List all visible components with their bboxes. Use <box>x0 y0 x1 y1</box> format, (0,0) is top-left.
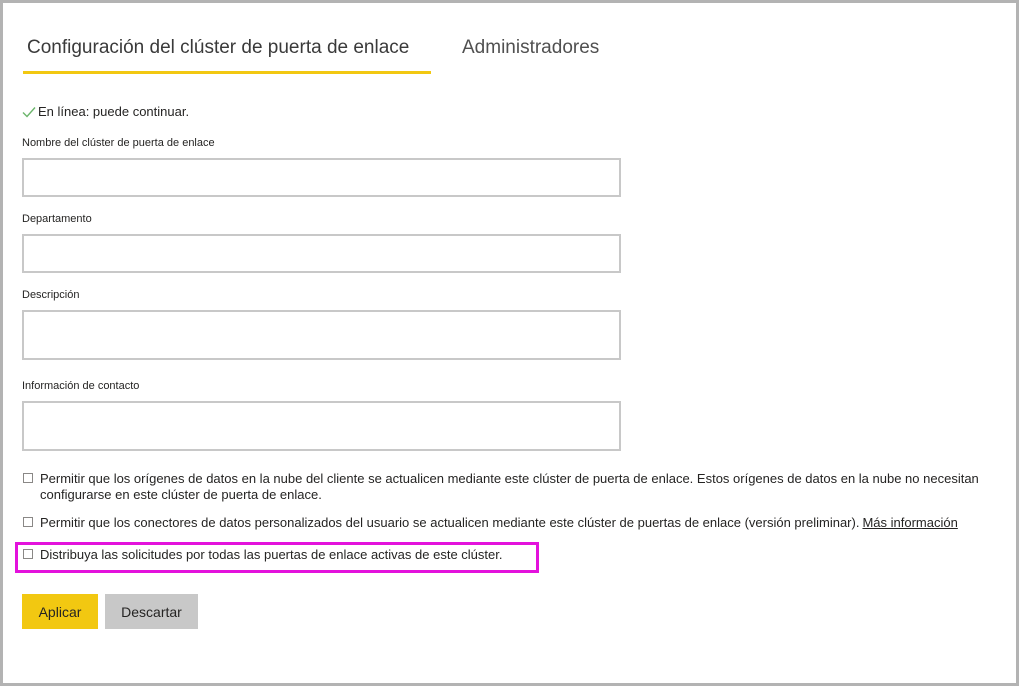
contact-info-textarea[interactable] <box>22 401 621 451</box>
custom-connectors-text: Permitir que los conectores de datos per… <box>40 515 860 530</box>
discard-button[interactable]: Descartar <box>105 594 198 629</box>
cloud-refresh-text: Permitir que los orígenes de datos en la… <box>40 471 979 502</box>
distribute-requests-text: Distribuya las solicitudes por todas las… <box>40 547 503 562</box>
custom-connectors-option: Permitir que los conectores de datos per… <box>22 515 1002 531</box>
status-message: En línea: puede continuar. <box>22 104 189 119</box>
cluster-name-input[interactable] <box>22 158 621 197</box>
apply-button[interactable]: Aplicar <box>22 594 98 629</box>
gateway-settings-panel: Configuración del clúster de puerta de e… <box>0 0 1019 686</box>
cloud-refresh-checkbox[interactable] <box>23 473 33 483</box>
tab-cluster-settings[interactable]: Configuración del clúster de puerta de e… <box>23 37 431 74</box>
tab-administrators[interactable]: Administradores <box>458 37 603 71</box>
description-textarea[interactable] <box>22 310 621 360</box>
department-label: Departamento <box>22 213 92 225</box>
department-input[interactable] <box>22 234 621 273</box>
contact-info-label: Información de contacto <box>22 380 140 392</box>
cloud-refresh-option: Permitir que los orígenes de datos en la… <box>22 471 1002 503</box>
distribute-requests-option: Distribuya las solicitudes por todas las… <box>22 547 1002 563</box>
description-label: Descripción <box>22 289 80 301</box>
status-text: En línea: puede continuar. <box>38 104 190 119</box>
cluster-name-label: Nombre del clúster de puerta de enlace <box>22 137 215 149</box>
custom-connectors-checkbox[interactable] <box>23 517 33 527</box>
distribute-requests-checkbox[interactable] <box>23 549 33 559</box>
more-info-link[interactable]: Más información <box>862 515 957 531</box>
check-icon <box>22 106 36 118</box>
